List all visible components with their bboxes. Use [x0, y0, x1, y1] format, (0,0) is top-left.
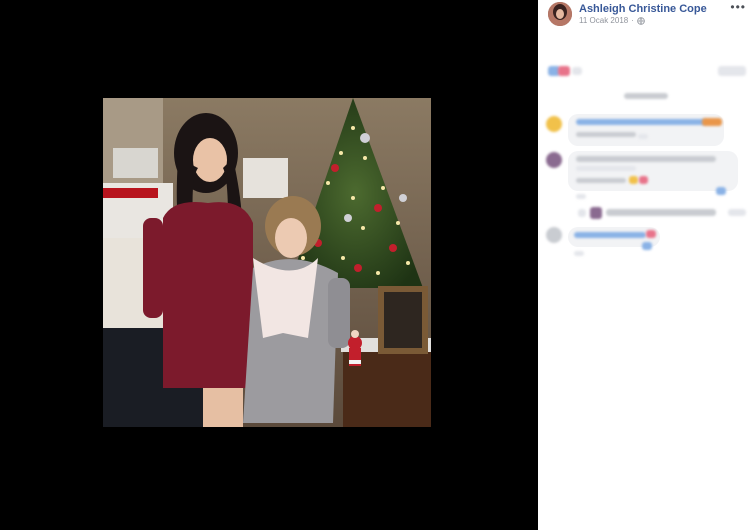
photo-viewer [0, 0, 538, 530]
comment-meta [576, 178, 626, 183]
reply-avatar[interactable] [590, 207, 602, 219]
view-comments-link[interactable] [624, 93, 668, 99]
comment-text [574, 232, 646, 238]
post-date[interactable]: 11 Ocak 2018 [579, 16, 628, 25]
comment-reaction-icon [629, 176, 638, 184]
reaction-love-icon [558, 66, 570, 76]
comment-avatar[interactable] [546, 116, 562, 132]
comment-count [718, 66, 746, 76]
comment-reaction-icon [642, 242, 652, 250]
comment-avatar[interactable] [546, 227, 562, 243]
post-sidebar: Ashleigh Christine Cope 11 Ocak 2018 · •… [538, 0, 750, 530]
post-photo[interactable] [103, 98, 431, 427]
comment-reply [574, 251, 584, 256]
comment-meta [576, 132, 636, 137]
comment-avatar[interactable] [546, 152, 562, 168]
avatar-image [548, 2, 572, 26]
comment-reaction-icon [639, 176, 648, 184]
post-header: Ashleigh Christine Cope 11 Ocak 2018 · •… [538, 0, 750, 28]
comment-reply [576, 194, 586, 199]
meta-separator: · [631, 16, 634, 25]
comment-reaction-icon [716, 187, 726, 195]
globe-icon [637, 16, 645, 25]
more-options-icon[interactable]: ••• [730, 1, 746, 13]
reply-indicator [578, 209, 586, 217]
comment-reaction-icon [702, 118, 722, 126]
comment-text [576, 119, 706, 125]
reaction-count [572, 67, 582, 75]
avatar[interactable] [548, 2, 572, 26]
author-name[interactable]: Ashleigh Christine Cope [579, 3, 707, 15]
photo-image [103, 98, 431, 427]
reply-text [606, 209, 716, 216]
post-meta: 11 Ocak 2018 · [579, 16, 645, 25]
comment-reply [638, 134, 648, 139]
reply-meta [728, 209, 746, 216]
comment-reaction-icon [646, 230, 656, 238]
comment-text [576, 166, 636, 171]
comment-text [576, 156, 716, 162]
